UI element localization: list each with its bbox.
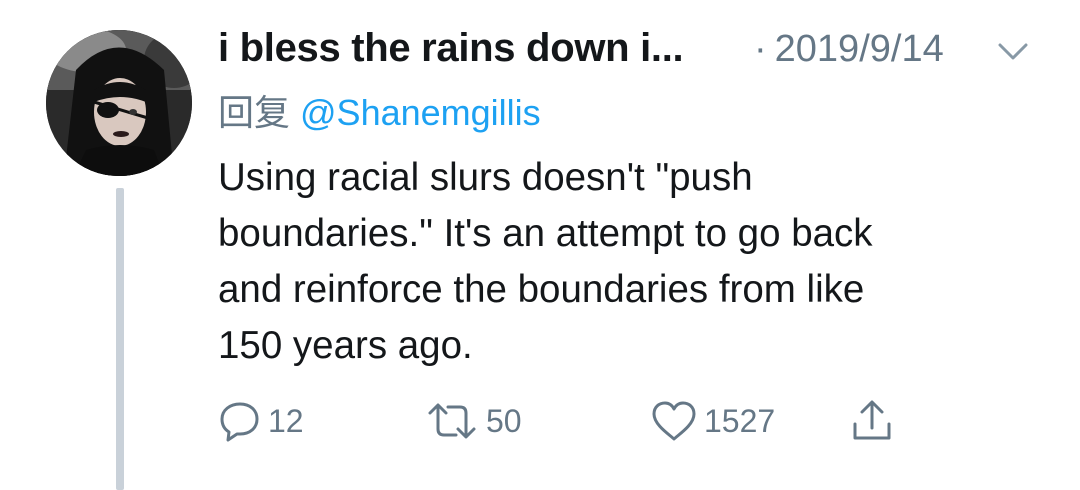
reply-bubble-icon (218, 399, 262, 443)
share-icon (850, 398, 894, 444)
reply-prefix: 回复 (218, 92, 291, 133)
reply-handle-link[interactable]: @Shanemgillis (300, 92, 541, 133)
heart-icon (650, 399, 698, 443)
retweet-icon (424, 399, 480, 443)
like-count: 1527 (704, 402, 776, 439)
retweet-count: 50 (486, 402, 522, 439)
chevron-down-icon[interactable] (996, 36, 1030, 66)
separator-dot: · (754, 28, 767, 70)
like-button[interactable]: 1527 (650, 396, 775, 446)
reply-button[interactable]: 12 (218, 396, 304, 446)
share-button[interactable] (850, 396, 894, 446)
avatar-image (46, 30, 192, 176)
tweet[interactable]: i bless the rains down i... · 2019/9/14 回… (0, 0, 1080, 490)
tweet-actions: 12 50 1527 (218, 396, 1038, 446)
retweet-button[interactable]: 50 (424, 396, 522, 446)
tweet-text: Using racial slurs doesn't "push boundar… (218, 156, 873, 367)
timestamp[interactable]: · 2019/9/14 (754, 28, 944, 71)
reply-context: 回复 @Shanemgillis (218, 84, 541, 136)
tweet-header: i bless the rains down i... · 2019/9/14 (218, 24, 1058, 80)
avatar[interactable] (46, 30, 192, 176)
reply-count: 12 (268, 402, 304, 439)
display-name[interactable]: i bless the rains down i... (218, 26, 684, 71)
tweet-date[interactable]: 2019/9/14 (775, 28, 944, 70)
thread-line (116, 188, 124, 490)
